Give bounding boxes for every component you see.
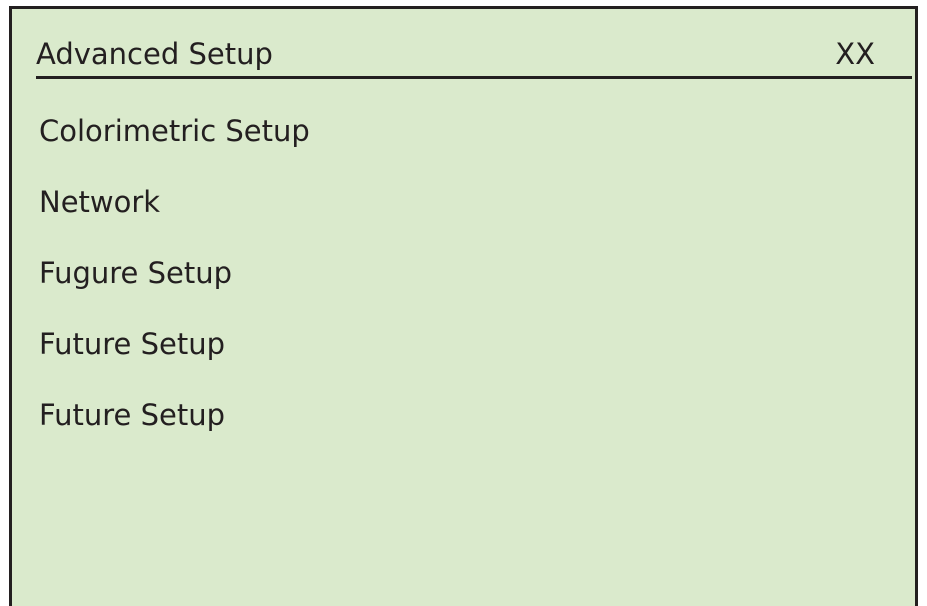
menu-item-network[interactable]: Network: [39, 185, 310, 256]
menu-item-fugure-setup[interactable]: Fugure Setup: [39, 256, 310, 327]
header-code: XX: [835, 37, 875, 71]
menu-item-future-setup-2[interactable]: Future Setup: [39, 398, 310, 469]
setup-menu: Colorimetric Setup Network Fugure Setup …: [39, 114, 310, 469]
lcd-screen: Advanced Setup XX Colorimetric Setup Net…: [9, 6, 918, 606]
menu-item-future-setup-1[interactable]: Future Setup: [39, 327, 310, 398]
menu-header: Advanced Setup XX: [36, 35, 912, 79]
menu-item-colorimetric-setup[interactable]: Colorimetric Setup: [39, 114, 310, 185]
menu-title: Advanced Setup: [36, 37, 273, 71]
